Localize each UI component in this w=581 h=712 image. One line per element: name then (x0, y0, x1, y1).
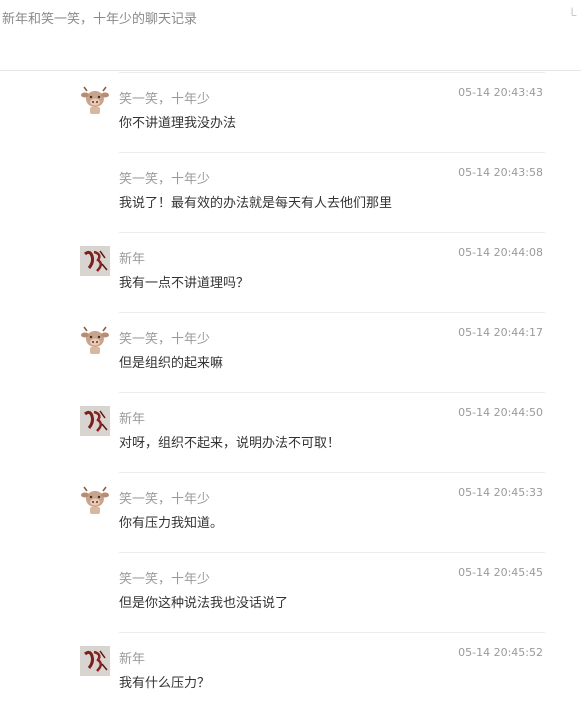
message-time: 05-14 20:43:58 (458, 166, 543, 179)
cow-avatar-icon[interactable] (80, 326, 110, 356)
message-text: 我有一点不讲道理吗？ (119, 276, 250, 291)
message-item: 新年 05-14 20:45:52 我有什么压力？ (80, 632, 545, 712)
calligraphy-avatar-icon[interactable] (80, 646, 110, 676)
message-text: 对呀，组织不起来，说明办法不可取！ (119, 436, 341, 451)
message-text: 但是你这种说法我也没话说了 (119, 596, 289, 611)
message-text: 你不讲道理我没办法 (119, 116, 237, 131)
message-item: 笑一笑，十年少 05-14 20:45:45 但是你这种说法我也没话说了 (80, 552, 545, 632)
sender-name: 笑一笑，十年少 (119, 332, 211, 347)
message-text: 我有什么压力？ (119, 676, 211, 691)
message-item: 新年 05-14 20:44:08 我有一点不讲道理吗？ (80, 232, 545, 312)
sender-name: 笑一笑，十年少 (119, 92, 211, 107)
message-time: 05-14 20:43:43 (458, 86, 543, 99)
message-time: 05-14 20:44:17 (458, 326, 543, 339)
message-text: 你有压力我知道。 (119, 516, 224, 531)
message-text: 我说了！最有效的办法就是每天有人去他们那里 (119, 196, 393, 211)
sender-name: 笑一笑，十年少 (119, 492, 211, 507)
sender-name: 新年 (119, 652, 146, 667)
message-item: 笑一笑，十年少 05-14 20:43:58 我说了！最有效的办法就是每天有人去… (80, 152, 545, 232)
message-item: 笑一笑，十年少 05-14 20:43:43 你不讲道理我没办法 (80, 72, 545, 152)
message-item: 笑一笑，十年少 05-14 20:44:17 但是组织的起来嘛 (80, 312, 545, 392)
cow-avatar-icon[interactable] (80, 86, 110, 116)
calligraphy-avatar-icon[interactable] (80, 406, 110, 436)
message-item: 笑一笑，十年少 05-14 20:45:33 你有压力我知道。 (80, 472, 545, 552)
cow-avatar-icon[interactable] (80, 486, 110, 516)
message-text: 但是组织的起来嘛 (119, 356, 224, 371)
sender-name: 笑一笑，十年少 (119, 572, 211, 587)
calligraphy-avatar-icon[interactable] (80, 246, 110, 276)
message-item: 新年 05-14 20:44:50 对呀，组织不起来，说明办法不可取！ (80, 392, 545, 472)
message-time: 05-14 20:45:33 (458, 486, 543, 499)
window-header: 新年和笑一笑，十年少的聊天记录 ㇄ (0, 0, 581, 71)
message-time: 05-14 20:45:45 (458, 566, 543, 579)
chat-history-title: 新年和笑一笑，十年少的聊天记录 (2, 12, 198, 27)
message-time: 05-14 20:44:08 (458, 246, 543, 259)
message-time: 05-14 20:45:52 (458, 646, 543, 659)
message-time: 05-14 20:44:50 (458, 406, 543, 419)
sender-name: 新年 (119, 252, 146, 267)
sender-name: 新年 (119, 412, 146, 427)
sender-name: 笑一笑，十年少 (119, 172, 211, 187)
corner-icon[interactable]: ㇄ (568, 4, 579, 20)
